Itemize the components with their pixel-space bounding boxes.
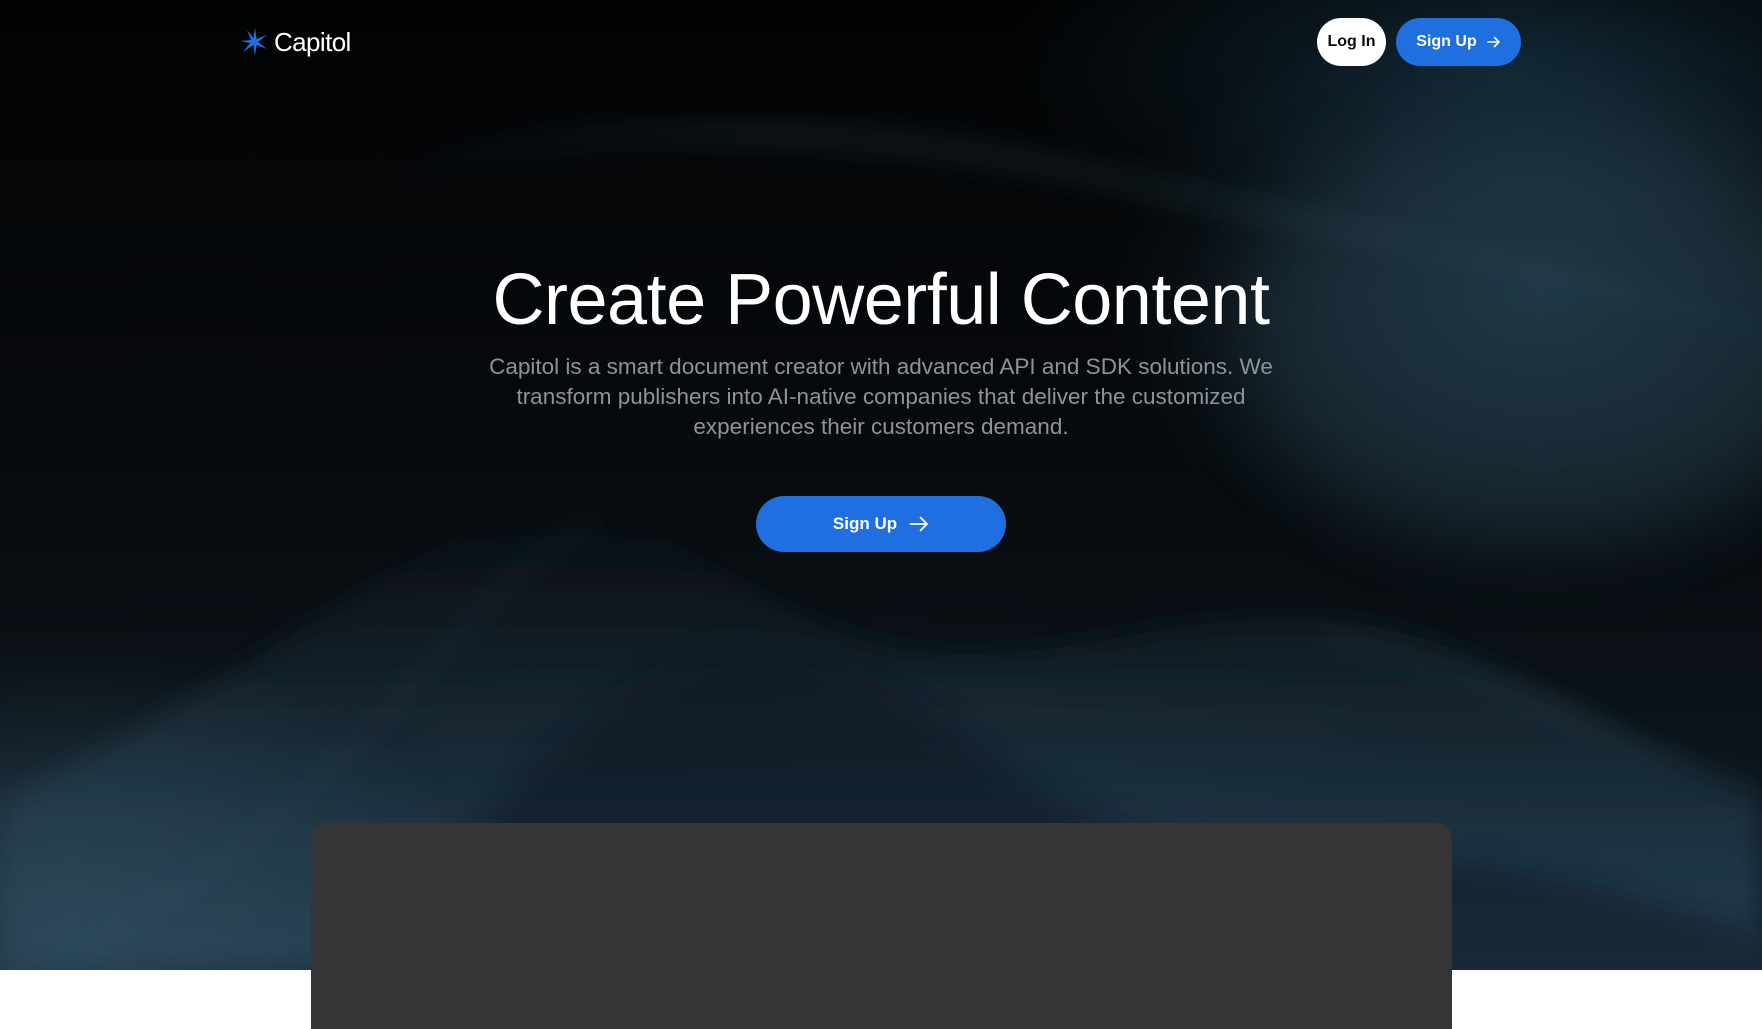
signup-button-header[interactable]: Sign Up [1396,18,1521,66]
sparkle-star-icon [240,28,267,56]
brand-name: Capitol [274,26,351,57]
hero-title: Create Powerful Content [492,260,1270,340]
brand-logo[interactable]: Capitol [238,24,351,60]
login-button-label: Log In [1327,33,1376,50]
arrow-right-icon [1486,36,1500,48]
signup-button-hero[interactable]: Sign Up [756,496,1006,552]
header-actions: Log In Sign Up [1317,18,1521,66]
product-preview-panel [311,823,1452,1029]
arrow-right-icon [909,516,929,532]
hero-subtitle: Capitol is a smart document creator with… [489,354,1273,439]
hero-cta-label: Sign Up [832,514,898,533]
signup-button-label: Sign Up [1416,33,1477,50]
login-button[interactable]: Log In [1317,18,1386,66]
